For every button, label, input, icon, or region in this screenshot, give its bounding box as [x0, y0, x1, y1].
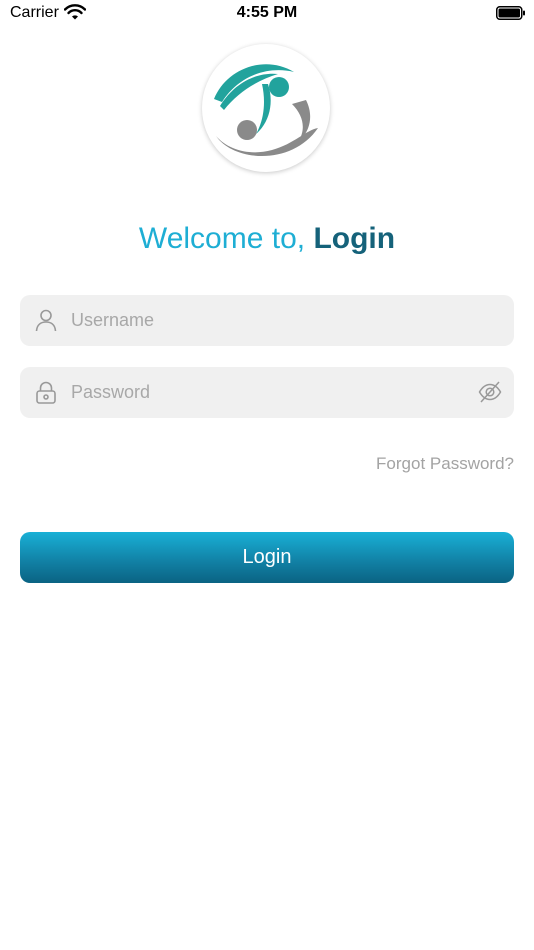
- user-icon: [35, 309, 57, 332]
- username-input[interactable]: [71, 295, 471, 346]
- password-input[interactable]: [71, 367, 471, 418]
- welcome-heading: Welcome to, Login: [0, 222, 534, 256]
- battery-icon: [496, 6, 525, 20]
- welcome-emphasis: Login: [313, 222, 396, 255]
- lock-icon: [36, 381, 56, 404]
- app-logo: [202, 44, 330, 172]
- logo-mark-icon: [214, 64, 318, 157]
- username-field[interactable]: [20, 295, 514, 346]
- eye-off-icon[interactable]: [478, 380, 502, 404]
- welcome-prefix: Welcome to,: [138, 222, 314, 255]
- password-field[interactable]: [20, 367, 514, 418]
- login-button[interactable]: Login: [20, 532, 514, 583]
- clock-time: 4:55 PM: [236, 4, 298, 21]
- forgot-password-link[interactable]: Forgot Password?: [376, 454, 514, 474]
- status-bar: Carrier 4:55 PM: [0, 0, 534, 28]
